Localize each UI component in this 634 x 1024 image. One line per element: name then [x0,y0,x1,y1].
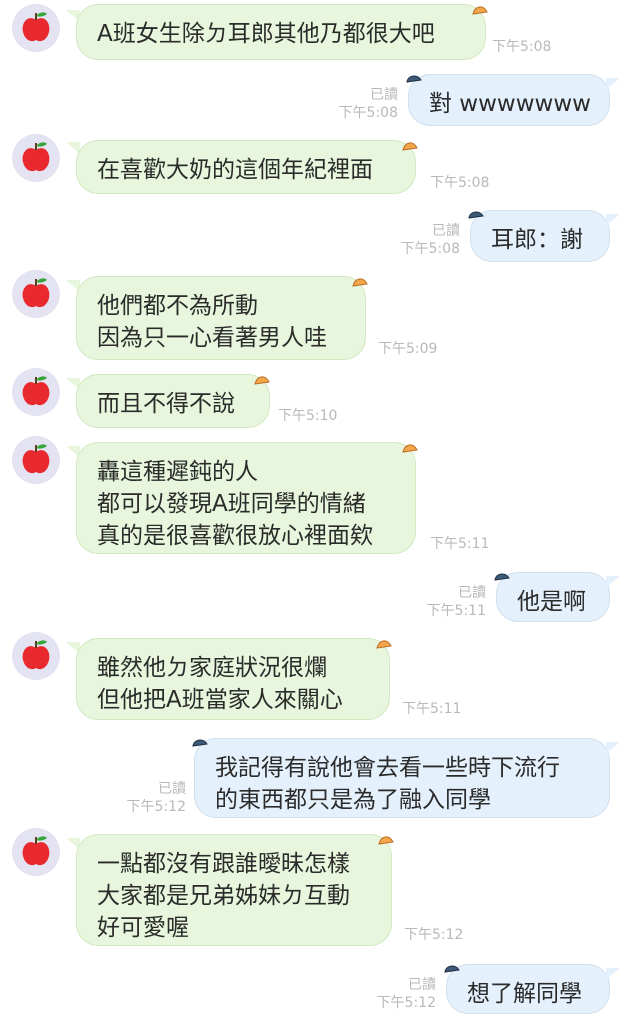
read-status: 已讀 [370,87,398,103]
read-status: 已讀 [158,781,186,797]
message-meta: 下午5:08 [430,174,489,192]
message-line: 對 wwwwwww [429,91,591,117]
outgoing-message-bubble[interactable]: 想了解同學 [446,964,610,1014]
orange-hat-icon [254,376,270,385]
avatar[interactable] [12,828,60,876]
incoming-message-bubble[interactable]: 雖然他ㄉ家庭狀況很爛 但他把A班當家人來關心 [76,638,390,720]
avatar[interactable] [12,134,60,182]
red-apple-icon [22,142,50,172]
blue-cap-icon [494,573,510,581]
avatar[interactable] [12,632,60,680]
message-meta: 已讀 下午5:12 [127,780,186,816]
avatar[interactable] [12,4,60,52]
message-line: A班女生除ㄉ耳郎其他乃都很大吧 [97,21,435,47]
orange-hat-icon [472,6,488,15]
orange-hat-icon [352,278,368,287]
message-line: 好可愛喔 [97,915,189,941]
bubble-tail [606,742,620,754]
incoming-message-bubble[interactable]: 在喜歡大奶的這個年紀裡面 [76,140,416,194]
message-meta: 下午5:11 [402,700,461,718]
blue-cap-icon [192,739,208,747]
avatar[interactable] [12,368,60,416]
read-status: 已讀 [408,977,436,993]
message-time: 下午5:08 [492,39,552,55]
message-time: 下午5:10 [278,408,338,424]
orange-hat-icon [402,142,418,151]
message-time: 下午5:11 [430,536,490,552]
incoming-message-bubble[interactable]: 轟這種遲鈍的人 都可以發現A班同學的情緒 真的是很喜歡很放心裡面欸 [76,442,416,554]
message-time: 下午5:11 [426,603,486,619]
message-meta: 已讀 下午5:11 [427,584,486,620]
message-time: 下午5:08 [338,105,398,121]
message-line: 都可以發現A班同學的情緒 [97,491,366,517]
incoming-message-bubble[interactable]: A班女生除ㄉ耳郎其他乃都很大吧 [76,4,486,60]
message-time: 下午5:12 [376,995,436,1011]
message-line: 真的是很喜歡很放心裡面欸 [97,523,373,549]
outgoing-message-bubble[interactable]: 他是啊 [496,572,610,622]
message-meta: 下午5:12 [404,926,463,944]
message-time: 下午5:12 [126,799,186,815]
outgoing-message-bubble[interactable]: 耳郎：謝 [470,210,610,262]
red-apple-icon [22,12,50,42]
message-line: 耳郎：謝 [491,227,583,253]
message-meta: 下午5:08 [492,38,551,56]
message-line: 但他把A班當家人來關心 [97,687,343,713]
bubble-tail [606,968,620,980]
orange-hat-icon [376,640,392,649]
message-line: 想了解同學 [467,981,582,1007]
red-apple-icon [22,836,50,866]
message-line: 大家都是兄弟姊妹ㄉ互動 [97,883,350,909]
avatar[interactable] [12,436,60,484]
red-apple-icon [22,376,50,406]
read-status: 已讀 [432,223,460,239]
bubble-tail [606,576,620,588]
message-line: 在喜歡大奶的這個年紀裡面 [97,157,373,183]
bubble-tail [606,214,620,226]
outgoing-message-bubble[interactable]: 對 wwwwwww [408,74,610,126]
message-line: 的東西都只是為了融入同學 [215,787,491,813]
outgoing-message-bubble[interactable]: 我記得有說他會去看一些時下流行 的東西都只是為了融入同學 [194,738,610,818]
blue-cap-icon [468,211,484,219]
message-time: 下午5:09 [378,341,438,357]
red-apple-icon [22,278,50,308]
message-time: 下午5:12 [404,927,464,943]
message-line: 轟這種遲鈍的人 [97,459,258,485]
incoming-message-bubble[interactable]: 他們都不為所動 因為只一心看著男人哇 [76,276,366,360]
message-line: 他們都不為所動 [97,293,258,319]
blue-cap-icon [444,965,460,973]
message-meta: 下午5:11 [430,535,489,553]
message-meta: 下午5:10 [278,407,337,425]
message-meta: 已讀 下午5:08 [339,86,398,122]
message-meta: 已讀 下午5:08 [401,222,460,258]
message-meta: 下午5:09 [378,340,437,358]
message-line: 我記得有說他會去看一些時下流行 [215,755,560,781]
incoming-message-bubble[interactable]: 而且不得不說 [76,374,270,428]
incoming-message-bubble[interactable]: 一點都沒有跟誰曖昧怎樣 大家都是兄弟姊妹ㄉ互動 好可愛喔 [76,834,392,946]
blue-cap-icon [406,75,422,83]
message-time: 下午5:11 [402,701,462,717]
orange-hat-icon [402,444,418,453]
message-time: 下午5:08 [430,175,490,191]
message-meta: 已讀 下午5:12 [377,976,436,1012]
message-time: 下午5:08 [400,241,460,257]
message-line: 因為只一心看著男人哇 [97,325,327,351]
bubble-tail [606,78,620,90]
red-apple-icon [22,640,50,670]
message-line: 而且不得不說 [97,391,235,417]
message-line: 雖然他ㄉ家庭狀況很爛 [97,655,327,681]
avatar[interactable] [12,270,60,318]
message-line: 他是啊 [517,589,586,615]
red-apple-icon [22,444,50,474]
message-line: 一點都沒有跟誰曖昧怎樣 [97,851,350,877]
orange-hat-icon [378,836,394,845]
read-status: 已讀 [458,585,486,601]
